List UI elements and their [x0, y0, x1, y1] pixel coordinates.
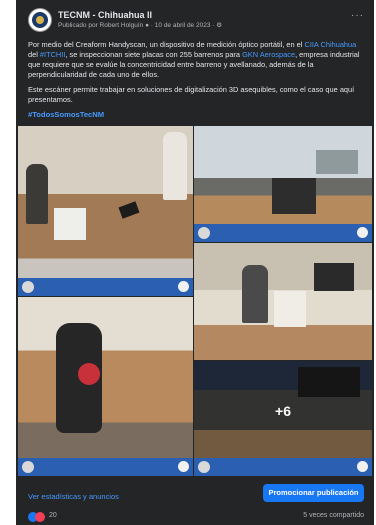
hashtag-paragraph: #TodosSomosTecNM	[28, 110, 362, 120]
ciia-link[interactable]: CIIA Chihuahua	[304, 40, 356, 49]
love-reaction-icon	[35, 512, 45, 522]
monitor-shape	[316, 150, 358, 174]
crest-icon	[22, 281, 34, 293]
crest-icon	[198, 227, 210, 239]
post-paragraph-1: Por medio del Creaform Handyscan, un dis…	[28, 40, 362, 80]
tecnm-hashtag-link[interactable]: #TodosSomosTecNM	[28, 110, 104, 119]
page-avatar[interactable]	[28, 8, 52, 32]
tecnm-logo-icon	[357, 461, 368, 472]
tecnm-logo-icon	[178, 281, 189, 292]
crest-icon	[22, 461, 34, 473]
text-run: del	[28, 50, 40, 59]
post-header: TECNM - Chihuahua II Publicado por Rober…	[16, 0, 374, 38]
photo-2[interactable]	[194, 126, 372, 242]
lens-shape	[78, 363, 100, 385]
post-paragraph-2: Este escáner permite trabajar en solucio…	[28, 85, 355, 104]
page-name-link[interactable]: TECNM - Chihuahua II	[58, 10, 152, 20]
gkn-aerospace-link[interactable]: GKN Aerospace	[242, 50, 295, 59]
text-run: , se inspeccionan siete placas con 255 b…	[65, 50, 243, 59]
promote-post-button[interactable]: Promocionar publicación	[263, 484, 364, 502]
panel-shape	[274, 291, 306, 327]
itchii-hashtag-link[interactable]: #ITCHII	[40, 50, 65, 59]
share-count[interactable]: 5 veces compartido	[303, 512, 364, 519]
post-footer: Ver estadísticas y anuncios Promocionar …	[16, 480, 374, 506]
post-meta: Publicado por Robert Holguín ● · 10 de a…	[58, 22, 223, 29]
institution-banner	[194, 458, 372, 476]
panel-shape	[54, 208, 86, 240]
tecnm-logo-icon	[357, 227, 368, 238]
person-figure	[242, 265, 268, 323]
institution-banner	[194, 224, 372, 242]
more-photos-count[interactable]: +6	[194, 403, 372, 419]
photo-1[interactable]	[18, 126, 193, 296]
crest-icon	[198, 461, 210, 473]
scanner-shape	[118, 201, 140, 219]
more-options-icon[interactable]: ···	[351, 10, 364, 21]
screen: TECNM - Chihuahua II Publicado por Rober…	[0, 0, 376, 525]
photo-5[interactable]: +6	[194, 361, 372, 476]
institution-banner	[18, 458, 193, 476]
text-run: Por medio del Creaform Handyscan, un dis…	[28, 40, 305, 49]
view-stats-link[interactable]: Ver estadísticas y anuncios	[28, 492, 119, 501]
reaction-count[interactable]: 20	[49, 512, 57, 519]
reactions-bar: 20 5 veces compartido	[16, 510, 374, 525]
tecnm-logo-icon	[178, 461, 189, 472]
institution-banner	[18, 278, 193, 296]
person-figure	[26, 164, 48, 224]
photo-4[interactable]	[18, 297, 193, 476]
scanner-stand-shape	[272, 178, 316, 214]
post-body: Por medio del Creaform Handyscan, un dis…	[28, 40, 362, 125]
photo-3[interactable]	[194, 243, 372, 360]
person-figure	[163, 132, 187, 200]
facebook-post-card: TECNM - Chihuahua II Publicado por Rober…	[16, 0, 374, 525]
photo-grid: +6	[18, 126, 372, 476]
tecnm-logo-icon	[32, 12, 48, 28]
monitor-shape	[314, 263, 354, 291]
